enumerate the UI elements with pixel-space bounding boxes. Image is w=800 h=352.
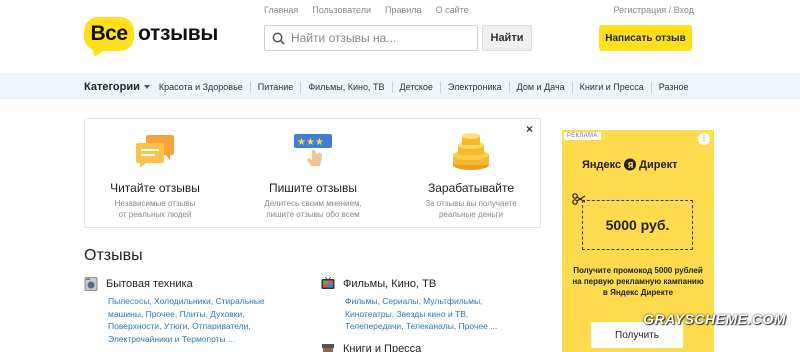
search-input[interactable] [291,31,461,45]
nav-link-rules[interactable]: Правила [385,5,422,15]
divider [300,81,302,93]
category-link[interactable]: Красота и Здоровье [159,82,243,92]
category-link[interactable]: Книги и Пресса [580,82,644,92]
category-links-line[interactable]: Пылесосы, Холодильники, Стиральные [108,295,294,308]
top-nav: Главная Пользователи Правила О сайте [264,5,483,15]
feature-desc-line2: реальные деньги [438,210,504,219]
chevron-down-icon [143,85,150,89]
category-links-line[interactable]: Фильмы, Сериалы, Мультфильмы, [345,295,531,308]
coins-icon [453,133,489,170]
washing-machine-icon [84,277,98,291]
category-links-line[interactable]: Электрочайники и Термопоты ... [108,333,294,346]
feature-desc-line1: Независимые отзывы [114,199,196,208]
rating-stars-icon: ★★★ [294,134,332,166]
category-link[interactable]: Фильмы, Кино, ТВ [308,82,384,92]
nav-link-about[interactable]: О сайте [436,5,469,15]
feature-title: Зарабатывайте [427,181,515,195]
feature-read: Читайте отзывы Независимые отзывы от реа… [85,129,225,220]
intro-card: × Читайте отзывы Независимые отзывы от р… [84,118,541,228]
search-icon [272,32,285,45]
category-bar: Категории Красота и Здоровье Питание Фил… [0,74,800,99]
feature-write: ★★★ Пишите отзывы Делитесь своим мнением… [243,129,383,220]
nav-link-users[interactable]: Пользователи [312,5,371,15]
divider [391,81,393,93]
categories-dropdown[interactable]: Категории [84,81,150,93]
divider [571,81,573,93]
category-link[interactable]: Дом и Дача [517,82,565,92]
section-title: Отзывы [84,247,143,264]
feature-earn: Зарабатывайте За отзывы вы получаете реа… [401,129,541,220]
feature-desc-line1: Делитесь своим мнением, [264,199,362,208]
svg-text:Я: Я [628,161,634,170]
search-box [264,25,478,51]
category-links-line[interactable]: машины, Прочее, Плиты, Духовки, [108,308,294,321]
yandex-direct-logo-icon: Я [624,158,637,171]
site-header: Все отзывы Главная Пользователи Правила … [0,0,800,74]
auth-links[interactable]: Регистрация / Вход [614,5,694,15]
categories-label: Категории [84,81,140,93]
promo-coupon: 5000 руб. [582,200,693,250]
review-category-films: Фильмы, Кино, ТВ Фильмы, Сериалы, Мультф… [321,277,531,333]
category-links-line[interactable]: Поверхности, Утюги, Отпариватели, [108,320,294,333]
tv-icon [321,277,335,289]
logo-part1: Все [90,22,128,45]
divider [508,81,510,93]
ad-label: РЕКЛАМА [564,132,601,140]
category-links-line[interactable]: Кинотеатры, Звезды кино и ТВ, [345,308,531,321]
feature-desc-line2: от реальных людей [118,210,192,219]
brand-left: Яндекс [582,158,622,171]
feature-title: Пишите отзывы [268,181,358,195]
promo-text: Получите промокод 5000 рублей на первую … [572,266,704,297]
category-link[interactable]: Питание [258,82,294,92]
chat-bubbles-icon [136,135,174,168]
logo-bubble: Все [84,17,134,51]
divider [439,81,441,93]
more-options-icon[interactable]: ⋮ [698,133,710,145]
category-title[interactable]: Фильмы, Кино, ТВ [343,278,436,290]
category-title[interactable]: Книги и Пресса [343,343,421,352]
write-review-button[interactable]: Написать отзыв [599,25,692,51]
divider [249,81,251,93]
watermark: GRAYSCHEME.COM [643,311,786,327]
feature-desc-line1: За отзывы вы получаете [425,199,517,208]
brand-right: Директ [639,158,678,171]
books-icon [322,344,334,352]
svg-text:★★★: ★★★ [297,137,324,148]
feature-title: Читайте отзывы [110,181,200,195]
category-link[interactable]: Электроника [448,82,502,92]
category-link[interactable]: Разное [659,82,689,92]
review-category-books: Книги и Пресса [321,342,531,352]
category-link[interactable]: Детское [400,82,433,92]
find-button[interactable]: Найти [482,25,532,51]
site-logo[interactable]: Все отзывы [84,14,218,54]
category-title[interactable]: Бытовая техника [106,278,193,290]
logo-part2: отзывы [138,22,219,45]
review-category-appliances: Бытовая техника Пылесосы, Холодильники, … [84,277,294,345]
feature-desc-line2: пишите отзывы обо всем [266,210,360,219]
category-links-line[interactable]: Телепередачи, Телеканалы, Прочее ... [345,320,531,333]
nav-link-home[interactable]: Главная [264,5,298,15]
divider [650,81,652,93]
ad-brand: Яндекс Я Директ [582,158,677,171]
